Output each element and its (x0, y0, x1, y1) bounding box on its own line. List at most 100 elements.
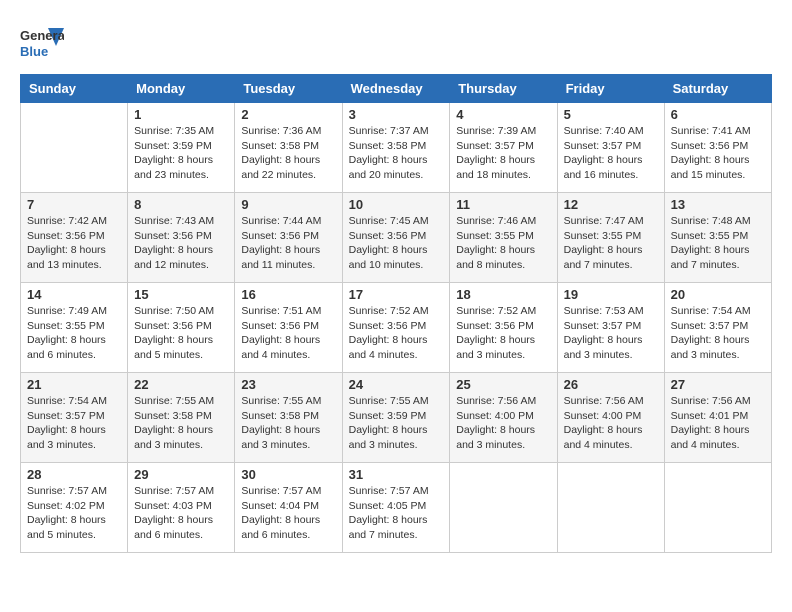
week-row: 7 Sunrise: 7:42 AM Sunset: 3:56 PM Daylig… (21, 193, 772, 283)
day-info: Sunrise: 7:56 AM Sunset: 4:01 PM Dayligh… (671, 394, 765, 453)
calendar-cell: 29Sunrise: 7:57 AM Sunset: 4:03 PM Dayli… (128, 463, 235, 553)
day-info: Sunrise: 7:44 AM Sunset: 3:56 PM Dayligh… (241, 214, 335, 273)
calendar-cell: 23Sunrise: 7:55 AM Sunset: 3:58 PM Dayli… (235, 373, 342, 463)
week-row: 1 Sunrise: 7:35 AM Sunset: 3:59 PM Daylig… (21, 103, 772, 193)
day-info: Sunrise: 7:52 AM Sunset: 3:56 PM Dayligh… (349, 304, 444, 363)
calendar-cell: 21 Sunrise: 7:54 AM Sunset: 3:57 PM Dayli… (21, 373, 128, 463)
day-info: Sunrise: 7:57 AM Sunset: 4:04 PM Dayligh… (241, 484, 335, 543)
day-info: Sunrise: 7:53 AM Sunset: 3:57 PM Dayligh… (564, 304, 658, 363)
svg-text:Blue: Blue (20, 44, 48, 59)
calendar-cell: 17 Sunrise: 7:52 AM Sunset: 3:56 PM Dayli… (342, 283, 450, 373)
day-number: 19 (564, 287, 658, 302)
logo: GeneralBlue (20, 20, 64, 64)
calendar-cell (450, 463, 557, 553)
day-number: 4 (456, 107, 550, 122)
column-header-thursday: Thursday (450, 75, 557, 103)
day-info: Sunrise: 7:46 AM Sunset: 3:55 PM Dayligh… (456, 214, 550, 273)
day-info: Sunrise: 7:47 AM Sunset: 3:55 PM Dayligh… (564, 214, 658, 273)
day-number: 11 (456, 197, 550, 212)
calendar-cell: 27 Sunrise: 7:56 AM Sunset: 4:01 PM Dayli… (664, 373, 771, 463)
calendar-cell: 22 Sunrise: 7:55 AM Sunset: 3:58 PM Dayli… (128, 373, 235, 463)
svg-text:General: General (20, 28, 64, 43)
calendar-cell: 11 Sunrise: 7:46 AM Sunset: 3:55 PM Dayli… (450, 193, 557, 283)
calendar-cell: 26 Sunrise: 7:56 AM Sunset: 4:00 PM Dayli… (557, 373, 664, 463)
page-header: GeneralBlue (20, 20, 772, 64)
day-number: 30 (241, 467, 335, 482)
day-number: 13 (671, 197, 765, 212)
day-number: 15 (134, 287, 228, 302)
day-info: Sunrise: 7:50 AM Sunset: 3:56 PM Dayligh… (134, 304, 228, 363)
day-number: 29 (134, 467, 228, 482)
day-info: Sunrise: 7:51 AM Sunset: 3:56 PM Dayligh… (241, 304, 335, 363)
calendar-cell: 18 Sunrise: 7:52 AM Sunset: 3:56 PM Dayli… (450, 283, 557, 373)
day-number: 17 (349, 287, 444, 302)
day-info: Sunrise: 7:37 AM Sunset: 3:58 PM Dayligh… (349, 124, 444, 183)
calendar-cell: 20Sunrise: 7:54 AM Sunset: 3:57 PM Dayli… (664, 283, 771, 373)
day-info: Sunrise: 7:36 AM Sunset: 3:58 PM Dayligh… (241, 124, 335, 183)
day-info: Sunrise: 7:41 AM Sunset: 3:56 PM Dayligh… (671, 124, 765, 183)
day-number: 27 (671, 377, 765, 392)
header-row: SundayMondayTuesdayWednesdayThursdayFrid… (21, 75, 772, 103)
day-info: Sunrise: 7:52 AM Sunset: 3:56 PM Dayligh… (456, 304, 550, 363)
day-number: 20 (671, 287, 765, 302)
calendar-cell: 13 Sunrise: 7:48 AM Sunset: 3:55 PM Dayli… (664, 193, 771, 283)
column-header-friday: Friday (557, 75, 664, 103)
day-info: Sunrise: 7:49 AM Sunset: 3:55 PM Dayligh… (27, 304, 121, 363)
calendar-cell: 4 Sunrise: 7:39 AM Sunset: 3:57 PM Daylig… (450, 103, 557, 193)
calendar-cell: 1 Sunrise: 7:35 AM Sunset: 3:59 PM Daylig… (128, 103, 235, 193)
calendar-cell: 3 Sunrise: 7:37 AM Sunset: 3:58 PM Daylig… (342, 103, 450, 193)
day-number: 26 (564, 377, 658, 392)
day-number: 5 (564, 107, 658, 122)
calendar-cell (664, 463, 771, 553)
day-info: Sunrise: 7:55 AM Sunset: 3:58 PM Dayligh… (134, 394, 228, 453)
column-header-tuesday: Tuesday (235, 75, 342, 103)
calendar-cell: 14 Sunrise: 7:49 AM Sunset: 3:55 PM Dayli… (21, 283, 128, 373)
day-number: 7 (27, 197, 121, 212)
day-number: 24 (349, 377, 444, 392)
calendar-cell: 31Sunrise: 7:57 AM Sunset: 4:05 PM Dayli… (342, 463, 450, 553)
day-number: 9 (241, 197, 335, 212)
column-header-saturday: Saturday (664, 75, 771, 103)
day-info: Sunrise: 7:42 AM Sunset: 3:56 PM Dayligh… (27, 214, 121, 273)
day-number: 10 (349, 197, 444, 212)
calendar-table: SundayMondayTuesdayWednesdayThursdayFrid… (20, 74, 772, 553)
day-number: 8 (134, 197, 228, 212)
calendar-cell: 28 Sunrise: 7:57 AM Sunset: 4:02 PM Dayli… (21, 463, 128, 553)
day-number: 16 (241, 287, 335, 302)
day-number: 14 (27, 287, 121, 302)
calendar-cell (557, 463, 664, 553)
day-number: 3 (349, 107, 444, 122)
column-header-monday: Monday (128, 75, 235, 103)
day-number: 21 (27, 377, 121, 392)
day-info: Sunrise: 7:43 AM Sunset: 3:56 PM Dayligh… (134, 214, 228, 273)
logo-icon: GeneralBlue (20, 20, 64, 64)
calendar-cell (21, 103, 128, 193)
calendar-cell: 24Sunrise: 7:55 AM Sunset: 3:59 PM Dayli… (342, 373, 450, 463)
day-number: 22 (134, 377, 228, 392)
day-number: 18 (456, 287, 550, 302)
day-number: 2 (241, 107, 335, 122)
calendar-cell: 30 Sunrise: 7:57 AM Sunset: 4:04 PM Dayli… (235, 463, 342, 553)
day-info: Sunrise: 7:57 AM Sunset: 4:02 PM Dayligh… (27, 484, 121, 543)
day-info: Sunrise: 7:56 AM Sunset: 4:00 PM Dayligh… (564, 394, 658, 453)
day-number: 31 (349, 467, 444, 482)
calendar-cell: 12Sunrise: 7:47 AM Sunset: 3:55 PM Dayli… (557, 193, 664, 283)
calendar-cell: 6Sunrise: 7:41 AM Sunset: 3:56 PM Daylig… (664, 103, 771, 193)
calendar-cell: 10 Sunrise: 7:45 AM Sunset: 3:56 PM Dayli… (342, 193, 450, 283)
calendar-cell: 5Sunrise: 7:40 AM Sunset: 3:57 PM Daylig… (557, 103, 664, 193)
calendar-cell: 19 Sunrise: 7:53 AM Sunset: 3:57 PM Dayli… (557, 283, 664, 373)
day-number: 1 (134, 107, 228, 122)
day-info: Sunrise: 7:54 AM Sunset: 3:57 PM Dayligh… (27, 394, 121, 453)
calendar-cell: 25Sunrise: 7:56 AM Sunset: 4:00 PM Dayli… (450, 373, 557, 463)
column-header-sunday: Sunday (21, 75, 128, 103)
day-number: 23 (241, 377, 335, 392)
day-number: 28 (27, 467, 121, 482)
day-info: Sunrise: 7:35 AM Sunset: 3:59 PM Dayligh… (134, 124, 228, 183)
week-row: 14 Sunrise: 7:49 AM Sunset: 3:55 PM Dayli… (21, 283, 772, 373)
calendar-cell: 16 Sunrise: 7:51 AM Sunset: 3:56 PM Dayli… (235, 283, 342, 373)
day-info: Sunrise: 7:48 AM Sunset: 3:55 PM Dayligh… (671, 214, 765, 273)
day-info: Sunrise: 7:56 AM Sunset: 4:00 PM Dayligh… (456, 394, 550, 453)
day-info: Sunrise: 7:45 AM Sunset: 3:56 PM Dayligh… (349, 214, 444, 273)
calendar-cell: 15 Sunrise: 7:50 AM Sunset: 3:56 PM Dayli… (128, 283, 235, 373)
day-info: Sunrise: 7:39 AM Sunset: 3:57 PM Dayligh… (456, 124, 550, 183)
